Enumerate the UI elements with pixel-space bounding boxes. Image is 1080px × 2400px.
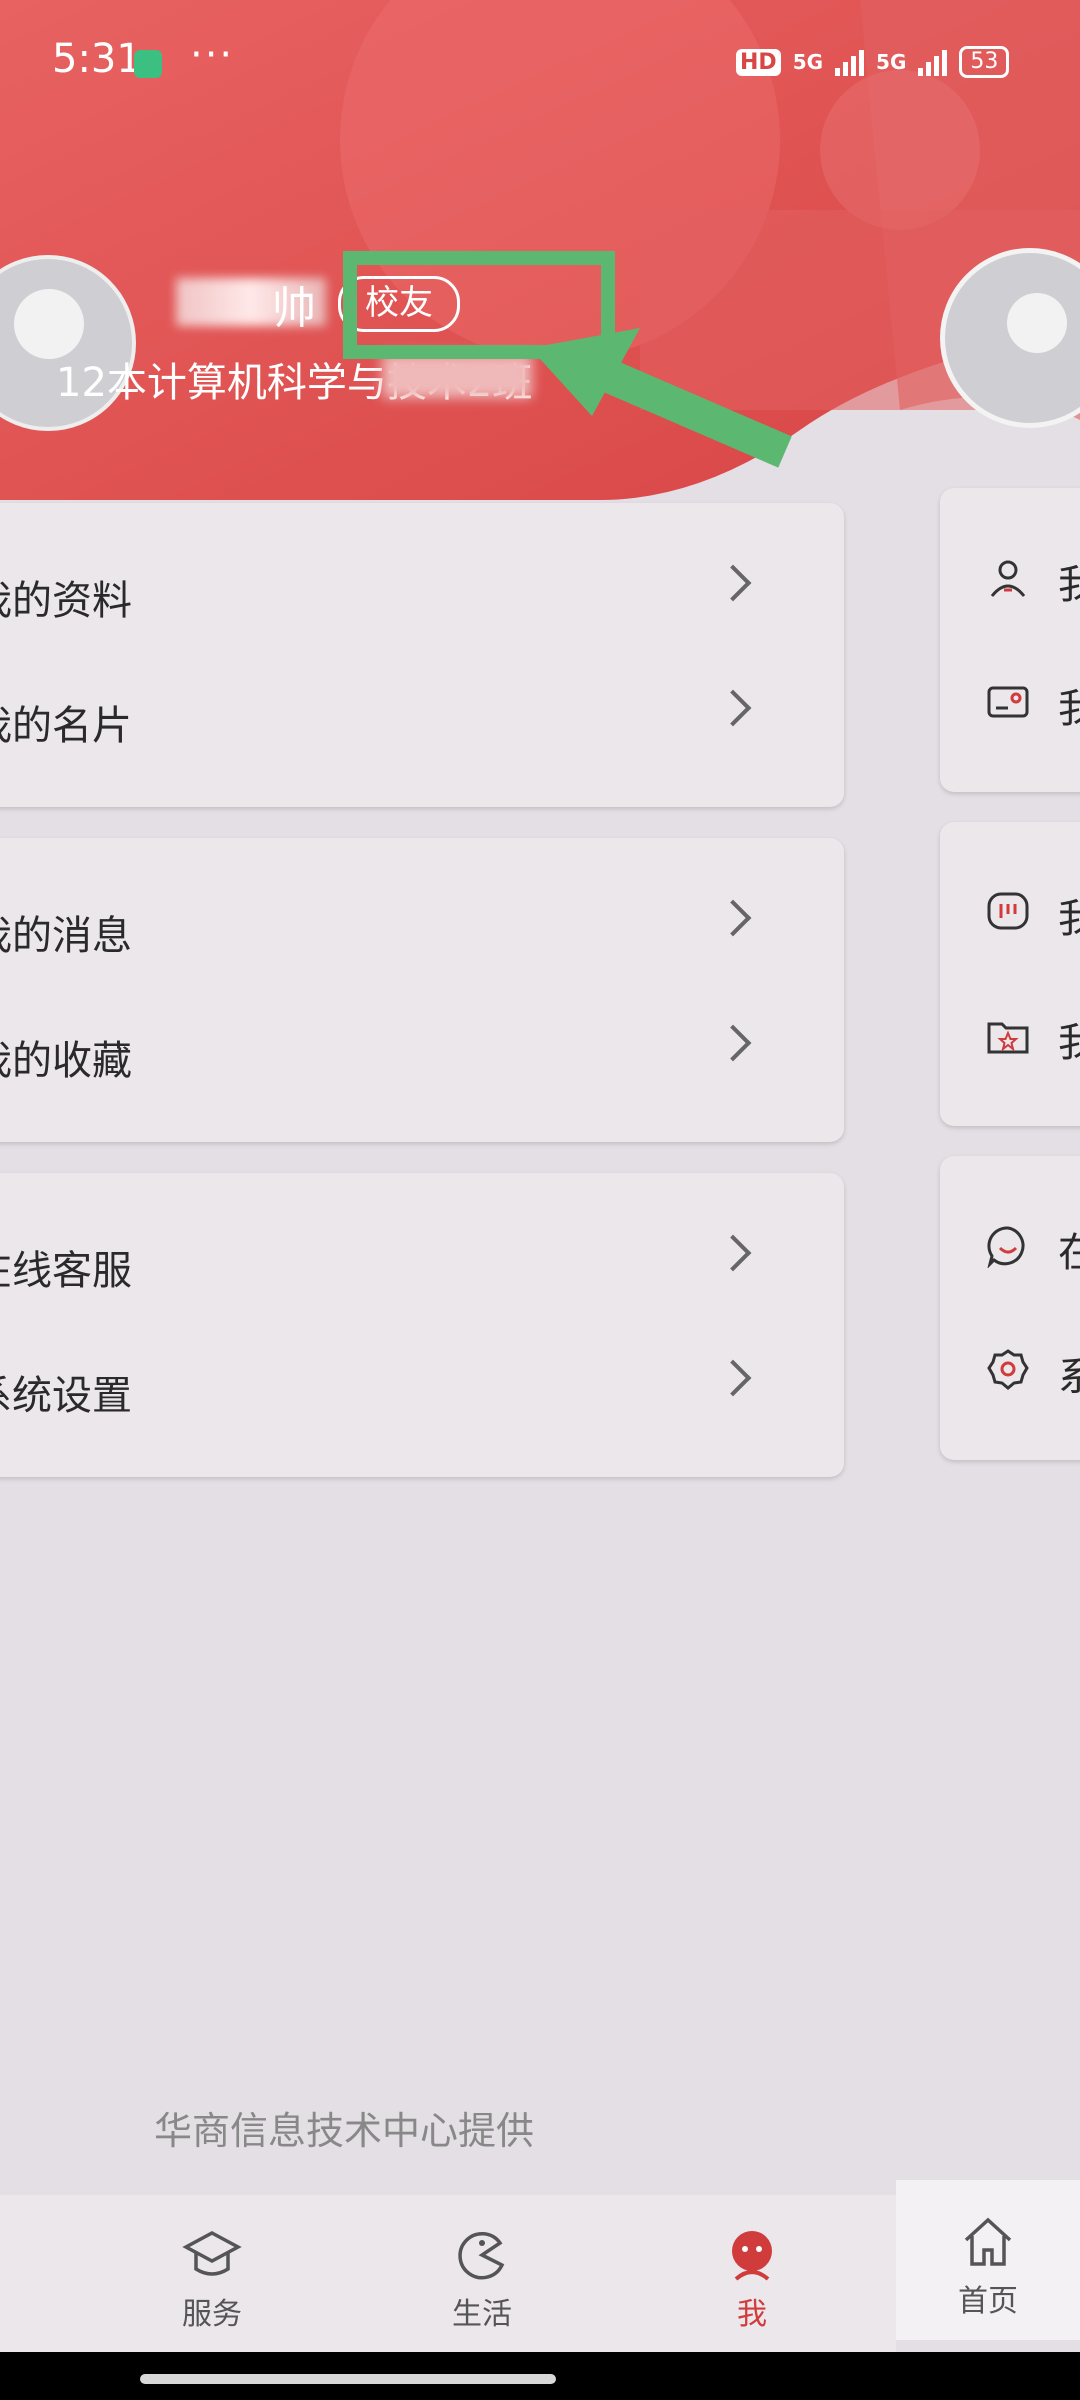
tab-label: 我 xyxy=(737,2297,767,2332)
menu-label: 在线客服 xyxy=(0,1248,132,1294)
menu-label: 我的消息 xyxy=(0,913,132,959)
right-item-label: 系 xyxy=(1058,1354,1080,1400)
menu-item-my-profile[interactable]: 我的资料 xyxy=(0,530,844,655)
chevron-right-icon xyxy=(714,564,752,602)
menu-label: 系统设置 xyxy=(0,1373,132,1419)
right-item-label: 在 xyxy=(1058,1230,1080,1276)
card-profile: 我的资料 我的名片 xyxy=(0,503,844,807)
tab-me[interactable]: 我 xyxy=(682,2225,822,2333)
home-indicator[interactable] xyxy=(140,2374,556,2384)
menu-item-my-favorites[interactable]: 我的收藏 xyxy=(0,990,844,1115)
right-item-label: 我 xyxy=(1058,562,1080,608)
chevron-right-icon xyxy=(714,1234,752,1272)
pacman-icon xyxy=(458,2232,505,2280)
menu-item-my-card[interactable]: 我的名片 xyxy=(0,655,844,780)
menu-label: 我的收藏 xyxy=(0,1038,132,1084)
footer-credit: 华商信息技术中心提供 xyxy=(154,2109,535,2153)
menu-label: 我的资料 xyxy=(0,578,132,624)
card-support: 在线客服 系统设置 xyxy=(0,1173,844,1477)
chat-smile-icon xyxy=(987,1226,1025,1268)
tab-label: 生活 xyxy=(452,2297,512,2332)
gear-icon xyxy=(987,1349,1029,1390)
tab-home[interactable]: 首页 xyxy=(896,2180,1080,2340)
right-card-support: 在 系 xyxy=(940,1156,1080,1460)
menu-item-online-service[interactable]: 在线客服 xyxy=(0,1200,844,1325)
card-messages: 我的消息 我的收藏 xyxy=(0,838,844,1142)
right-card-profile: 我 我 xyxy=(940,488,1080,792)
bottom-tab-bar: 服务 生活 我 xyxy=(0,2195,896,2355)
tab-label: 服务 xyxy=(182,2297,242,2332)
message-icon xyxy=(987,892,1029,930)
menu-label: 我的名片 xyxy=(0,703,132,749)
right-item-label: 我 xyxy=(1058,686,1080,732)
chevron-right-icon xyxy=(714,689,752,727)
face-icon xyxy=(732,2231,772,2281)
chevron-right-icon xyxy=(714,1359,752,1397)
menu-item-my-messages[interactable]: 我的消息 xyxy=(0,865,844,990)
tab-services[interactable]: 服务 xyxy=(142,2225,282,2333)
card-icon xyxy=(987,686,1029,718)
menu-item-system-settings[interactable]: 系统设置 xyxy=(0,1325,844,1450)
chevron-right-icon xyxy=(714,1024,752,1062)
tab-life[interactable]: 生活 xyxy=(412,2225,552,2333)
folder-star-icon xyxy=(987,1022,1029,1054)
right-item-label: 我 xyxy=(1058,1020,1080,1066)
home-icon xyxy=(964,2217,1012,2266)
person-icon xyxy=(990,560,1026,597)
chevron-right-icon xyxy=(714,899,752,937)
right-item-label: 我 xyxy=(1058,896,1080,942)
annotation-highlight xyxy=(343,251,792,468)
graduation-cap-icon xyxy=(182,2231,242,2276)
right-card-messages: 我 我 xyxy=(940,822,1080,1126)
tab-label: 首页 xyxy=(958,2284,1018,2319)
